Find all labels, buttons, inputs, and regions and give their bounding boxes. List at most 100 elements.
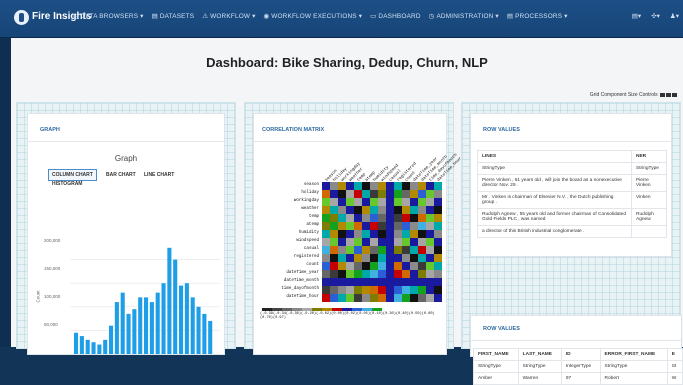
settings-dropdown-icon[interactable]: ✣▾ — [651, 12, 660, 20]
matrix-cell[interactable] — [362, 262, 370, 270]
matrix-cell[interactable] — [322, 190, 330, 198]
matrix-cell[interactable] — [338, 294, 346, 302]
matrix-cell[interactable] — [410, 246, 418, 254]
matrix-cell[interactable] — [370, 270, 378, 278]
chart-bar[interactable] — [120, 292, 125, 354]
matrix-cell[interactable] — [402, 214, 410, 222]
matrix-cell[interactable] — [362, 254, 370, 262]
matrix-cell[interactable] — [330, 286, 338, 294]
chart-bar[interactable] — [179, 285, 184, 354]
grid-size-large-icon[interactable] — [672, 92, 677, 97]
matrix-cell[interactable] — [330, 246, 338, 254]
matrix-cell[interactable] — [370, 230, 378, 238]
matrix-cell[interactable] — [434, 214, 442, 222]
matrix-cell[interactable] — [346, 294, 354, 302]
chart-bar[interactable] — [149, 302, 154, 354]
matrix-cell[interactable] — [394, 190, 402, 198]
matrix-cell[interactable] — [394, 214, 402, 222]
matrix-cell[interactable] — [338, 246, 346, 254]
matrix-cell[interactable] — [322, 254, 330, 262]
matrix-cell[interactable] — [362, 286, 370, 294]
matrix-cell[interactable] — [418, 294, 426, 302]
matrix-cell[interactable] — [394, 270, 402, 278]
matrix-cell[interactable] — [434, 286, 442, 294]
matrix-cell[interactable] — [426, 286, 434, 294]
matrix-cell[interactable] — [354, 270, 362, 278]
chart-bar[interactable] — [138, 297, 143, 354]
chart-bar[interactable] — [126, 313, 131, 354]
chart-bar[interactable] — [208, 320, 213, 354]
matrix-cell[interactable] — [394, 278, 402, 286]
matrix-cell[interactable] — [426, 262, 434, 270]
matrix-cell[interactable] — [322, 222, 330, 230]
matrix-cell[interactable] — [370, 214, 378, 222]
matrix-cell[interactable] — [394, 182, 402, 190]
matrix-cell[interactable] — [386, 294, 394, 302]
matrix-cell[interactable] — [378, 190, 386, 198]
matrix-cell[interactable] — [330, 198, 338, 206]
matrix-cell[interactable] — [354, 262, 362, 270]
matrix-cell[interactable] — [322, 182, 330, 190]
matrix-cell[interactable] — [322, 230, 330, 238]
matrix-cell[interactable] — [418, 238, 426, 246]
matrix-cell[interactable] — [426, 182, 434, 190]
matrix-cell[interactable] — [418, 182, 426, 190]
matrix-cell[interactable] — [434, 206, 442, 214]
matrix-cell[interactable] — [386, 190, 394, 198]
menu-dropdown-icon[interactable]: ▤▾ — [632, 12, 641, 20]
matrix-cell[interactable] — [370, 294, 378, 302]
matrix-cell[interactable] — [370, 206, 378, 214]
matrix-cell[interactable] — [322, 262, 330, 270]
matrix-cell[interactable] — [434, 294, 442, 302]
matrix-cell[interactable] — [386, 206, 394, 214]
matrix-cell[interactable] — [370, 222, 378, 230]
matrix-cell[interactable] — [346, 278, 354, 286]
matrix-cell[interactable] — [354, 222, 362, 230]
chart-bar[interactable] — [184, 283, 189, 354]
grid-size-medium-icon[interactable] — [666, 92, 671, 97]
matrix-cell[interactable] — [362, 238, 370, 246]
matrix-cell[interactable] — [370, 190, 378, 198]
matrix-cell[interactable] — [410, 286, 418, 294]
matrix-cell[interactable] — [394, 254, 402, 262]
matrix-cell[interactable] — [346, 198, 354, 206]
matrix-cell[interactable] — [378, 230, 386, 238]
matrix-cell[interactable] — [418, 270, 426, 278]
matrix-cell[interactable] — [346, 214, 354, 222]
matrix-cell[interactable] — [370, 278, 378, 286]
chart-bar[interactable] — [109, 325, 114, 354]
matrix-cell[interactable] — [418, 222, 426, 230]
matrix-cell[interactable] — [362, 190, 370, 198]
matrix-cell[interactable] — [370, 182, 378, 190]
matrix-cell[interactable] — [338, 270, 346, 278]
matrix-cell[interactable] — [402, 206, 410, 214]
matrix-cell[interactable] — [354, 254, 362, 262]
matrix-cell[interactable] — [378, 238, 386, 246]
matrix-cell[interactable] — [426, 198, 434, 206]
chart-bar[interactable] — [91, 342, 96, 354]
matrix-cell[interactable] — [362, 246, 370, 254]
chart-bar[interactable] — [132, 309, 137, 354]
matrix-cell[interactable] — [378, 278, 386, 286]
matrix-cell[interactable] — [418, 262, 426, 270]
matrix-cell[interactable] — [410, 270, 418, 278]
matrix-cell[interactable] — [394, 294, 402, 302]
matrix-cell[interactable] — [418, 230, 426, 238]
matrix-cell[interactable] — [362, 278, 370, 286]
matrix-cell[interactable] — [410, 238, 418, 246]
chart-bar[interactable] — [173, 259, 178, 354]
matrix-cell[interactable] — [330, 214, 338, 222]
matrix-cell[interactable] — [426, 278, 434, 286]
matrix-cell[interactable] — [346, 222, 354, 230]
matrix-cell[interactable] — [386, 262, 394, 270]
grid-size-small-icon[interactable] — [660, 92, 665, 97]
matrix-cell[interactable] — [378, 222, 386, 230]
chart-bar[interactable] — [190, 297, 195, 354]
matrix-cell[interactable] — [346, 206, 354, 214]
matrix-cell[interactable] — [410, 278, 418, 286]
matrix-cell[interactable] — [402, 262, 410, 270]
matrix-cell[interactable] — [330, 190, 338, 198]
matrix-cell[interactable] — [426, 222, 434, 230]
matrix-cell[interactable] — [362, 214, 370, 222]
matrix-cell[interactable] — [434, 190, 442, 198]
